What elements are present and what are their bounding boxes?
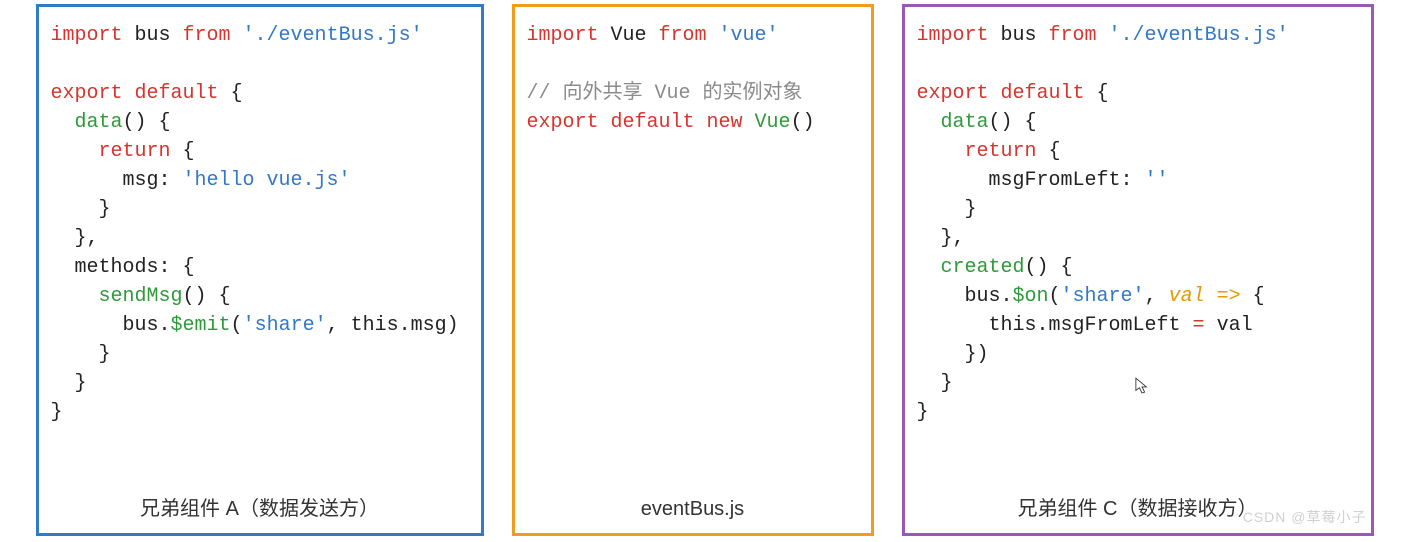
code-text: {	[1037, 140, 1061, 163]
code-text: }	[917, 372, 953, 395]
param-val: val	[1169, 285, 1205, 308]
code-text: }	[51, 372, 87, 395]
str-share: 'share'	[243, 314, 327, 337]
code-text: () {	[183, 285, 231, 308]
kw-default: default	[989, 82, 1085, 105]
fn-emit: $emit	[171, 314, 231, 337]
kw-export: export	[917, 82, 989, 105]
kw-import: import	[527, 24, 599, 47]
code-text: ()	[791, 111, 815, 134]
code-text: () {	[123, 111, 171, 134]
str-empty: ''	[1145, 169, 1169, 192]
kw-return: return	[51, 140, 171, 163]
caption-eventbus: eventBus.js	[527, 498, 859, 527]
kw-import: import	[917, 24, 989, 47]
code-text: (	[231, 314, 243, 337]
code-text: bus.	[917, 285, 1013, 308]
code-text: {	[171, 140, 195, 163]
panel-sender: import bus from './eventBus.js' export d…	[36, 4, 484, 536]
code-block-sender: import bus from './eventBus.js' export d…	[51, 21, 469, 492]
fn-created: created	[917, 256, 1025, 279]
code-block-eventbus: import Vue from 'vue' // 向外共享 Vue 的实例对象 …	[527, 21, 859, 498]
kw-new: new	[695, 111, 743, 134]
caption-sender: 兄弟组件 A（数据发送方）	[51, 492, 469, 527]
comment: // 向外共享 Vue 的实例对象	[527, 82, 803, 105]
kw-from: from	[659, 24, 707, 47]
op-eq: =	[1193, 314, 1205, 337]
str-path: './eventBus.js'	[1097, 24, 1289, 47]
kw-default: default	[123, 82, 219, 105]
prop-msg: msg:	[51, 169, 183, 192]
ident-vue: Vue	[599, 24, 659, 47]
kw-default: default	[599, 111, 695, 134]
code-text: () {	[989, 111, 1037, 134]
prop-methods: methods: {	[51, 256, 195, 279]
code-text: bus.	[51, 314, 171, 337]
brace: {	[1085, 82, 1109, 105]
code-text: }	[917, 198, 977, 221]
brace: {	[219, 82, 243, 105]
panel-receiver: import bus from './eventBus.js' export d…	[902, 4, 1374, 536]
code-text: })	[917, 343, 989, 366]
str-path: './eventBus.js'	[231, 24, 423, 47]
kw-export: export	[527, 111, 599, 134]
code-text: }	[51, 401, 63, 424]
kw-export: export	[51, 82, 123, 105]
code-text: this.msgFromLeft	[917, 314, 1193, 337]
code-text: {	[1241, 285, 1265, 308]
fn-data: data	[51, 111, 123, 134]
code-block-receiver: import bus from './eventBus.js' export d…	[917, 21, 1359, 492]
code-text: },	[917, 227, 965, 250]
kw-import: import	[51, 24, 123, 47]
kw-from: from	[183, 24, 231, 47]
str-share: 'share'	[1061, 285, 1145, 308]
ident-bus: bus	[123, 24, 183, 47]
prop-msgfromleft: msgFromLeft:	[917, 169, 1145, 192]
code-text: , this.msg)	[327, 314, 459, 337]
code-text: () {	[1025, 256, 1073, 279]
code-text: ,	[1145, 285, 1169, 308]
arrow: =>	[1205, 285, 1241, 308]
fn-sendmsg: sendMsg	[51, 285, 183, 308]
code-text: }	[51, 198, 111, 221]
kw-return: return	[917, 140, 1037, 163]
code-text: }	[917, 401, 929, 424]
kw-from: from	[1049, 24, 1097, 47]
fn-on: $on	[1013, 285, 1049, 308]
ident-bus: bus	[989, 24, 1049, 47]
str-vue: 'vue'	[707, 24, 779, 47]
cls-vue: Vue	[743, 111, 791, 134]
panel-eventbus: import Vue from 'vue' // 向外共享 Vue 的实例对象 …	[512, 4, 874, 536]
code-text: (	[1049, 285, 1061, 308]
str-hello: 'hello vue.js'	[183, 169, 351, 192]
fn-data: data	[917, 111, 989, 134]
code-text: val	[1205, 314, 1253, 337]
code-text: },	[51, 227, 99, 250]
caption-receiver: 兄弟组件 C（数据接收方）	[917, 492, 1359, 527]
code-text: }	[51, 343, 111, 366]
